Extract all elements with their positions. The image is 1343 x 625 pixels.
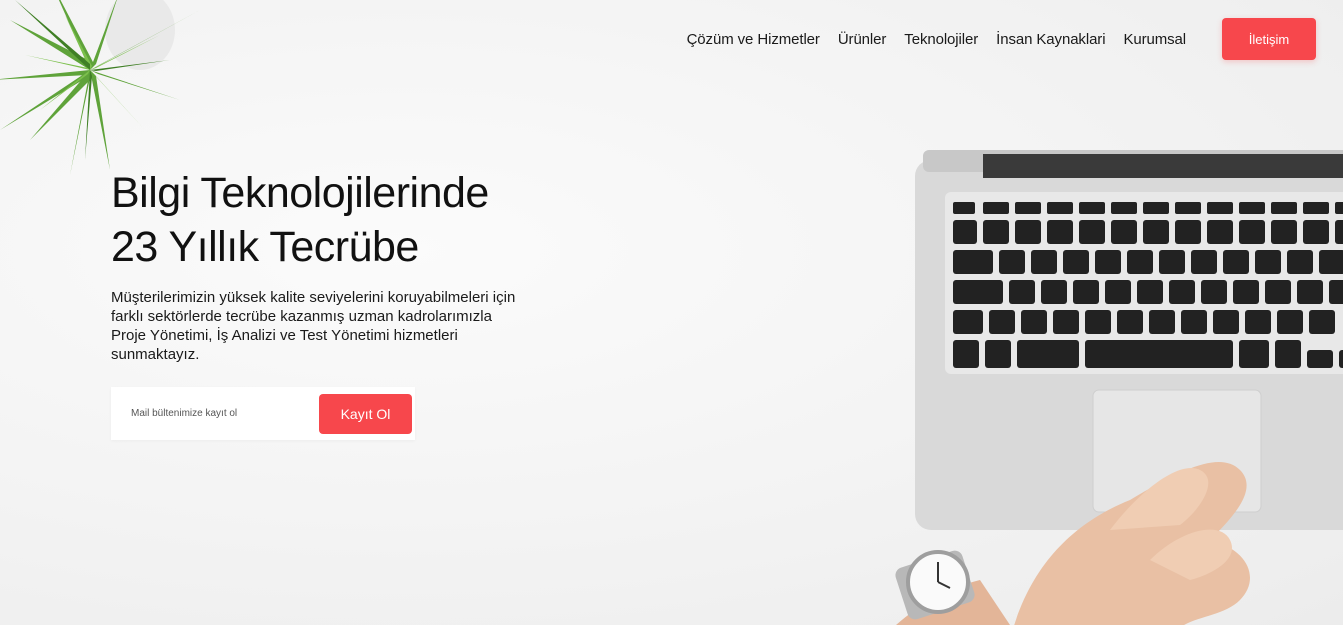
newsletter-email-input[interactable] (129, 407, 303, 420)
hero-section: Çözüm ve Hizmetler Ürünler Teknolojiler … (0, 0, 1343, 625)
nav-item-kurumsal[interactable]: Kurumsal (1123, 31, 1186, 48)
subscribe-button[interactable]: Kayıt Ol (319, 393, 412, 434)
nav-item-teknolojiler[interactable]: Teknolojiler (904, 31, 978, 48)
plant-image (0, 0, 200, 175)
contact-button[interactable]: İletişim (1222, 18, 1316, 60)
nav-item-insan-kaynaklari[interactable]: İnsan Kaynaklari (996, 31, 1105, 48)
hands-watch-image (895, 462, 1250, 625)
nav-item-cozum-ve-hizmetler[interactable]: Çözüm ve Hizmetler (687, 31, 820, 48)
main-nav: Çözüm ve Hizmetler Ürünler Teknolojiler … (669, 18, 1316, 60)
hero-headline: Bilgi Teknolojilerinde 23 Yıllık Tecrübe (111, 166, 551, 274)
newsletter-form: Kayıt Ol (111, 387, 415, 440)
hero-headline-line1: Bilgi Teknolojilerinde (111, 169, 489, 217)
nav-item-urunler[interactable]: Ürünler (838, 31, 887, 48)
hero-headline-line2: 23 Yıllık Tecrübe (111, 223, 419, 271)
hero-description: Müşterilerimizin yüksek kalite seviyeler… (111, 289, 516, 363)
